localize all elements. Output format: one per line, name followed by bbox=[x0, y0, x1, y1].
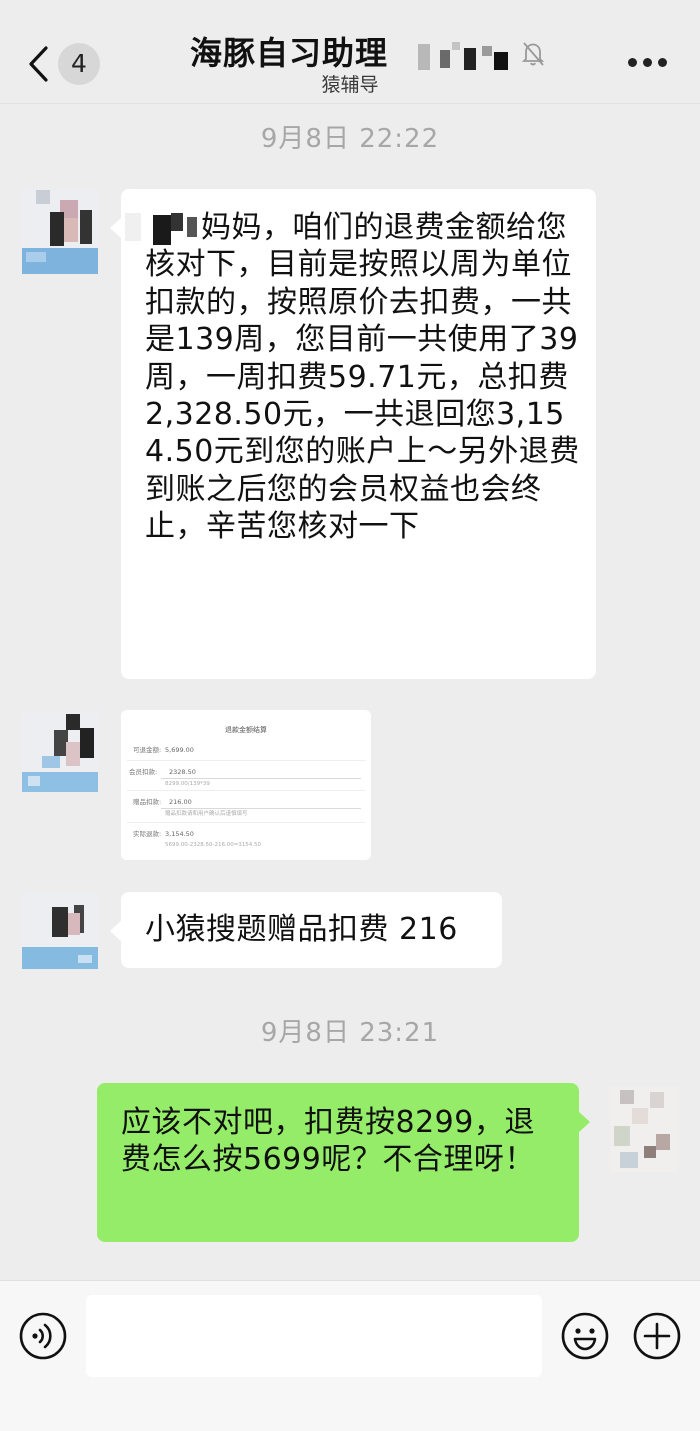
chat-screen: 4 海豚自习助理 猿辅导 9月8日 22:22 妈妈，咱们的退费金额给您核对下，… bbox=[0, 0, 700, 1431]
message-bubble-outgoing[interactable]: 应该不对吧，扣费按8299，退费怎么按5699呢？不合理呀！ bbox=[97, 1083, 590, 1242]
chevron-left-icon bbox=[29, 46, 48, 82]
voice-input-button[interactable] bbox=[18, 1311, 68, 1361]
card-value: 5,699.00 bbox=[165, 746, 194, 754]
voice-icon bbox=[19, 1312, 67, 1360]
image-message[interactable]: 退款金额结算 可退金额: 5,699.00 会员扣款: 2328.50 8299… bbox=[121, 710, 371, 860]
card-value: 216.00 bbox=[169, 798, 192, 806]
my-avatar[interactable] bbox=[610, 1086, 678, 1172]
contact-avatar[interactable] bbox=[22, 190, 98, 274]
more-actions-button[interactable] bbox=[632, 1311, 682, 1361]
redacted-title-mosaic bbox=[400, 42, 520, 72]
message-text: 应该不对吧，扣费按8299，退费怎么按5699呢？不合理呀！ bbox=[121, 1105, 535, 1178]
message-input[interactable] bbox=[86, 1295, 542, 1377]
card-note: 8299.00/139*39 bbox=[165, 781, 210, 787]
input-bar bbox=[0, 1280, 700, 1431]
message-timestamp: 9月8日 23:21 bbox=[260, 1018, 440, 1048]
card-note: 5699.00-2328.50-216.00=3154.50 bbox=[165, 842, 262, 848]
message-timestamp: 9月8日 22:22 bbox=[260, 124, 440, 154]
bell-off-icon bbox=[521, 42, 545, 66]
chat-subtitle: 猿辅导 bbox=[321, 74, 379, 96]
refund-card-title: 退款金额结算 bbox=[225, 726, 267, 734]
unread-count-badge[interactable]: 4 bbox=[58, 43, 100, 85]
emoji-icon bbox=[561, 1312, 609, 1360]
chat-header: 4 海豚自习助理 猿辅导 bbox=[0, 0, 700, 104]
message-text: 妈妈，咱们的退费金额给您核对下，目前是按照以周为单位扣款的，按照原价去扣费，一共… bbox=[145, 210, 580, 545]
card-value: 3,154.50 bbox=[165, 830, 194, 838]
contact-avatar[interactable] bbox=[22, 712, 98, 792]
message-bubble-incoming[interactable]: 小猿搜题赠品扣费 216 bbox=[110, 892, 502, 968]
card-label: 实际退款: bbox=[133, 830, 162, 838]
emoji-button[interactable] bbox=[560, 1311, 610, 1361]
message-text: 小猿搜题赠品扣费 216 bbox=[145, 912, 458, 947]
card-label: 赠品扣款: bbox=[133, 798, 162, 806]
plus-icon bbox=[633, 1312, 681, 1360]
message-bubble-incoming[interactable]: 妈妈，咱们的退费金额给您核对下，目前是按照以周为单位扣款的，按照原价去扣费，一共… bbox=[110, 189, 596, 679]
card-note: 赠品扣款请和用户确认后谨慎填写 bbox=[165, 811, 248, 817]
card-label: 会员扣款: bbox=[129, 768, 158, 776]
back-button[interactable] bbox=[22, 40, 56, 88]
card-value: 2328.50 bbox=[169, 768, 196, 776]
more-options-button[interactable] bbox=[628, 56, 668, 70]
chat-title: 海豚自习助理 bbox=[190, 34, 389, 72]
contact-avatar[interactable] bbox=[22, 893, 98, 969]
card-label: 可退金额: bbox=[133, 746, 162, 754]
redacted-name-mosaic bbox=[125, 209, 209, 249]
